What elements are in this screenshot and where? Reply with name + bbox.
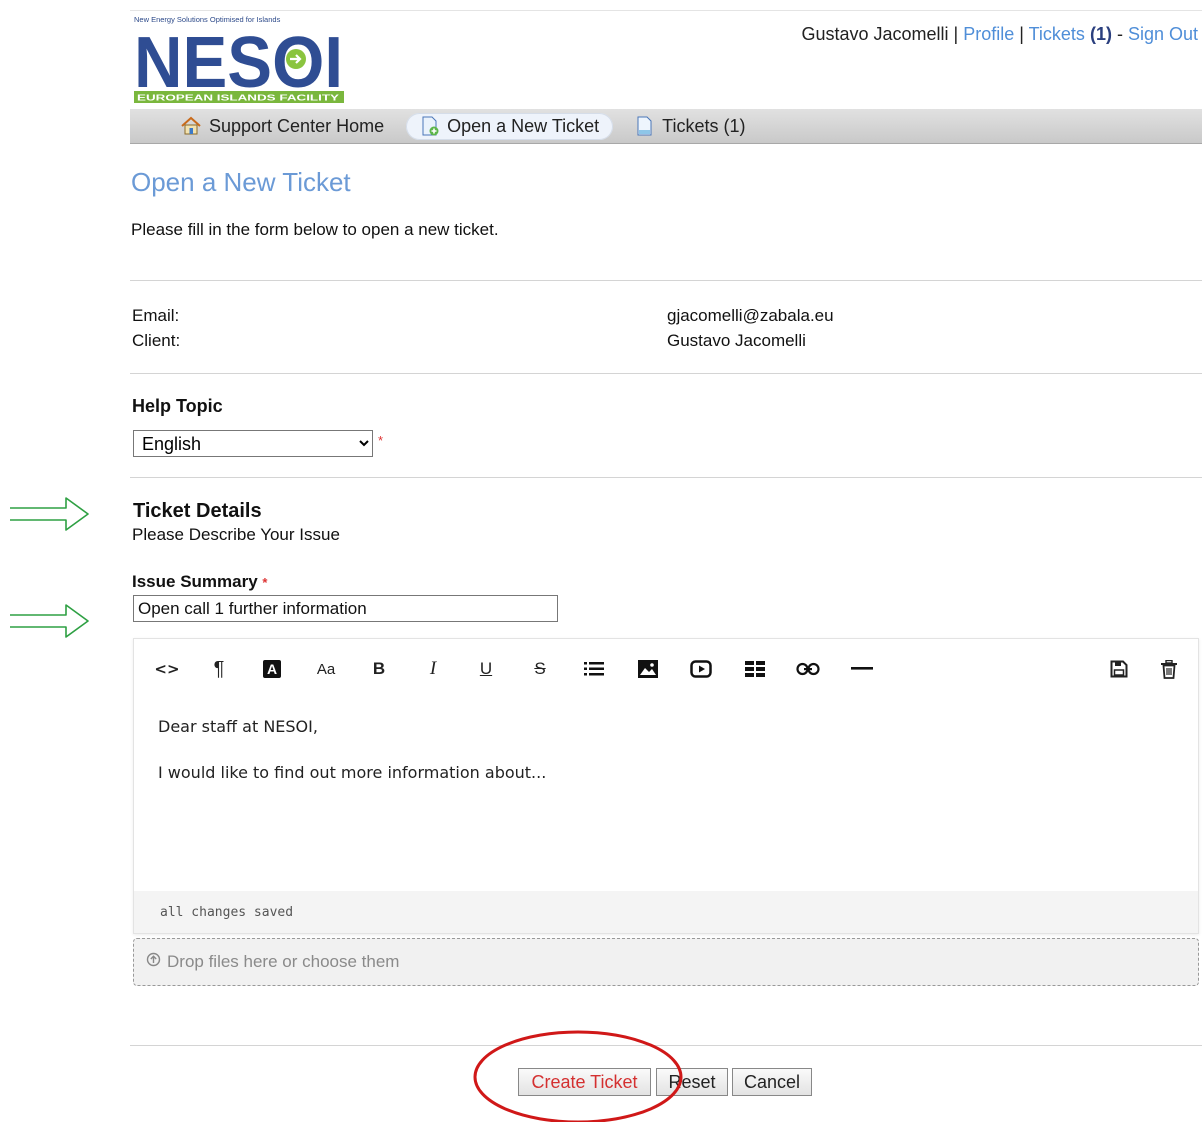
link-icon[interactable]: [793, 655, 823, 683]
separator: |: [1014, 24, 1029, 44]
ticket-details-title: Ticket Details: [133, 500, 262, 522]
tickets-link[interactable]: Tickets (1): [1029, 24, 1112, 44]
profile-link[interactable]: Profile: [963, 24, 1014, 44]
upload-icon: [146, 952, 161, 972]
top-divider: [130, 10, 1202, 11]
nav-open-new-ticket[interactable]: Open a New Ticket: [406, 112, 614, 140]
editor-line: I would like to find out more informatio…: [158, 763, 547, 782]
home-icon: [180, 116, 202, 136]
help-topic-label: Help Topic: [132, 396, 223, 416]
text-color-glyph: A: [263, 660, 281, 678]
required-mark: *: [378, 433, 384, 448]
bold-icon[interactable]: B: [364, 655, 394, 683]
italic-icon[interactable]: I: [418, 655, 448, 683]
editor-content[interactable]: Dear staff at NESOI, I would like to fin…: [158, 719, 1178, 781]
save-icon[interactable]: [1104, 655, 1134, 683]
nav-label: Tickets (1): [662, 115, 746, 136]
annotation-arrow-issue-summary: [10, 604, 89, 638]
main-nav: Support Center Home Open a New Ticket Ti…: [130, 109, 1202, 144]
page-title: Open a New Ticket: [131, 167, 351, 197]
editor-status-bar: all changes saved: [134, 891, 1198, 933]
strikethrough-icon[interactable]: S: [525, 655, 555, 683]
file-dropzone[interactable]: Drop files here or choose them: [133, 938, 1199, 986]
nav-label: Open a New Ticket: [447, 115, 600, 136]
new-ticket-icon: [420, 116, 440, 136]
help-topic-select[interactable]: English: [133, 430, 373, 457]
image-icon[interactable]: [633, 655, 663, 683]
email-value: gjacomelli@zabala.eu: [667, 306, 834, 325]
reset-button[interactable]: Reset: [656, 1068, 728, 1096]
underline-icon[interactable]: U: [471, 655, 501, 683]
horizontal-rule-icon[interactable]: [847, 655, 877, 683]
separator: -: [1111, 24, 1128, 44]
sign-out-link[interactable]: Sign Out: [1128, 24, 1198, 44]
divider: [130, 477, 1202, 478]
list-icon[interactable]: [579, 655, 609, 683]
divider: [130, 1045, 1202, 1046]
tickets-icon: [635, 116, 655, 136]
nav-tickets[interactable]: Tickets (1): [621, 113, 759, 140]
nav-support-center-home[interactable]: Support Center Home: [166, 113, 398, 140]
logo-facility: EUROPEAN ISLANDS FACILITY: [137, 93, 339, 103]
divider: [130, 280, 1202, 281]
annotation-arrow-ticket-details: [10, 497, 89, 531]
rich-text-editor: <> ¶ A Aa B I U S Dear staff at NESOI, I…: [133, 638, 1199, 934]
create-ticket-button[interactable]: Create Ticket: [518, 1068, 651, 1096]
client-label: Client:: [132, 331, 181, 350]
table-icon[interactable]: [740, 655, 770, 683]
editor-line: Dear staff at NESOI,: [158, 717, 318, 736]
nesoi-logo: New Energy Solutions Optimised for Islan…: [134, 15, 344, 103]
separator: |: [948, 24, 964, 44]
text-color-icon[interactable]: A: [257, 655, 287, 683]
required-mark: *: [262, 575, 268, 590]
dropzone-text: Drop files here or choose them: [167, 952, 400, 971]
video-icon[interactable]: [686, 655, 716, 683]
nav-label: Support Center Home: [209, 115, 385, 136]
page-intro: Please fill in the form below to open a …: [131, 220, 499, 239]
issue-summary-label-text: Issue Summary: [132, 572, 258, 591]
cancel-button[interactable]: Cancel: [732, 1068, 812, 1096]
tickets-count: (1): [1089, 24, 1112, 44]
paragraph-icon[interactable]: ¶: [204, 655, 234, 683]
ticket-details-subtitle: Please Describe Your Issue: [132, 525, 340, 544]
code-icon[interactable]: <>: [152, 655, 182, 683]
divider: [130, 373, 1202, 374]
user-name: Gustavo Jacomelli: [801, 24, 949, 44]
issue-summary-label: Issue Summary *: [132, 572, 267, 592]
email-label: Email:: [132, 306, 180, 325]
client-value: Gustavo Jacomelli: [667, 331, 806, 350]
trash-icon[interactable]: [1154, 655, 1184, 683]
user-bar: Gustavo Jacomelli | Profile | Tickets (1…: [801, 24, 1198, 45]
editor-toolbar: <> ¶ A Aa B I U S: [134, 639, 1198, 699]
tickets-link-label: Tickets: [1028, 24, 1085, 44]
font-size-icon[interactable]: Aa: [311, 655, 341, 683]
issue-summary-input[interactable]: [133, 595, 558, 622]
